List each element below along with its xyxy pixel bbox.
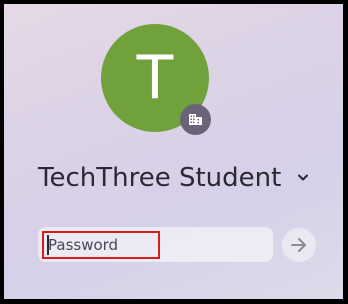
- password-field-container[interactable]: [38, 227, 273, 262]
- text-cursor: [47, 235, 49, 255]
- arrow-right-icon: [291, 238, 306, 252]
- submit-button[interactable]: [282, 228, 316, 262]
- login-screen: T TechThree Student: [4, 4, 343, 299]
- password-input[interactable]: [42, 231, 160, 259]
- user-name: TechThree Student: [38, 163, 282, 193]
- avatar-initial: T: [136, 43, 174, 113]
- building-icon: [189, 114, 202, 125]
- enterprise-building-icon: [180, 104, 211, 135]
- chevron-down-icon[interactable]: [297, 172, 309, 184]
- user-selector[interactable]: TechThree Student: [38, 160, 309, 196]
